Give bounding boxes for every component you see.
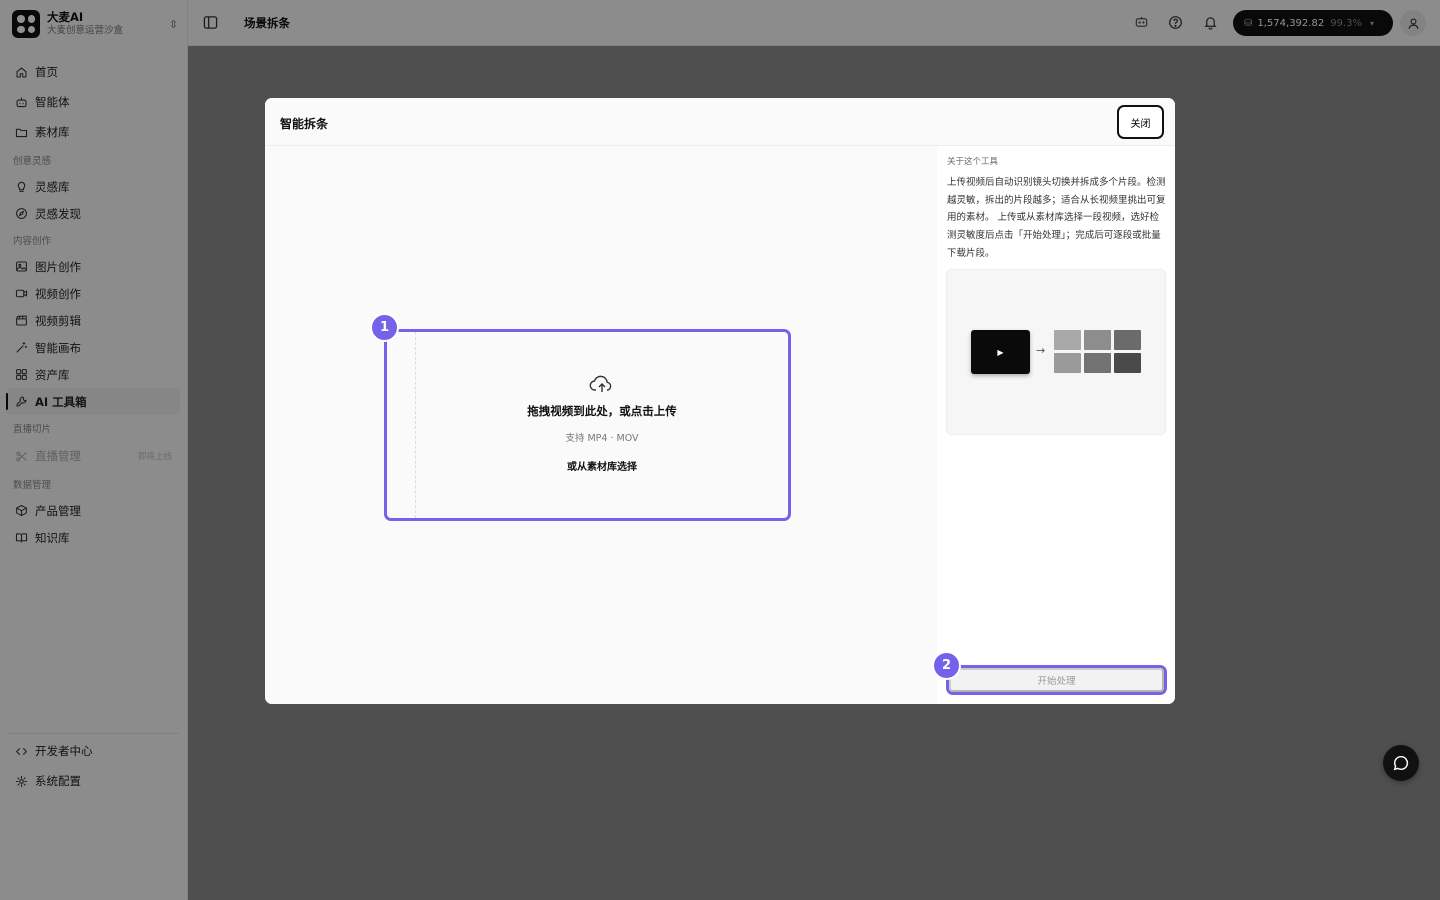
modal-header: 智能拆条 关闭 [265, 98, 1175, 146]
clip-tile [1114, 353, 1141, 373]
clip-tile [1054, 330, 1081, 350]
play-icon: ▶ [971, 330, 1030, 374]
step-badge-2: 2 [932, 651, 961, 680]
chat-fab[interactable] [1383, 745, 1419, 781]
about-label: 关于这个工具 [947, 157, 999, 167]
upload-panel: 拖拽视频到此处，或点击上传 支持 MP4 · MOV 或从素材库选择 1 [265, 146, 937, 704]
chat-bubble-icon [1393, 755, 1409, 771]
clip-tile [1114, 330, 1141, 350]
start-button-highlight: 开始处理 [946, 665, 1167, 695]
modal-title: 智能拆条 [280, 117, 329, 131]
upload-dropzone-highlight: 拖拽视频到此处，或点击上传 支持 MP4 · MOV 或从素材库选择 [384, 329, 791, 521]
tool-preview-illustration: ▶ → [946, 269, 1166, 435]
upload-format-hint: 支持 MP4 · MOV [565, 433, 639, 444]
clip-tile [1054, 353, 1081, 373]
upload-dropzone[interactable]: 拖拽视频到此处，或点击上传 支持 MP4 · MOV 或从素材库选择 [415, 332, 788, 518]
clip-tile [1084, 330, 1111, 350]
upload-title: 拖拽视频到此处，或点击上传 [527, 404, 677, 418]
clip-tile [1084, 353, 1111, 373]
start-processing-button[interactable]: 开始处理 [949, 668, 1164, 692]
about-panel: 关于这个工具 上传视频后自动识别镜头切换并拆成多个片段。检测越灵敏，拆出的片段越… [932, 146, 1175, 704]
arrow-right-icon: → [1036, 344, 1046, 357]
step-badge-1: 1 [370, 313, 399, 342]
close-button[interactable]: 关闭 [1117, 105, 1164, 139]
split-modal: 智能拆条 关闭 拖拽视频到此处，或点击上传 支持 MP4 · MOV 或从素材库… [265, 98, 1175, 704]
cloud-upload-icon [589, 375, 612, 392]
library-select-link[interactable]: 或从素材库选择 [567, 458, 637, 473]
about-description: 上传视频后自动识别镜头切换并拆成多个片段。检测越灵敏，拆出的片段越多；适合从长视… [947, 177, 1166, 259]
clip-grid [1054, 330, 1142, 374]
